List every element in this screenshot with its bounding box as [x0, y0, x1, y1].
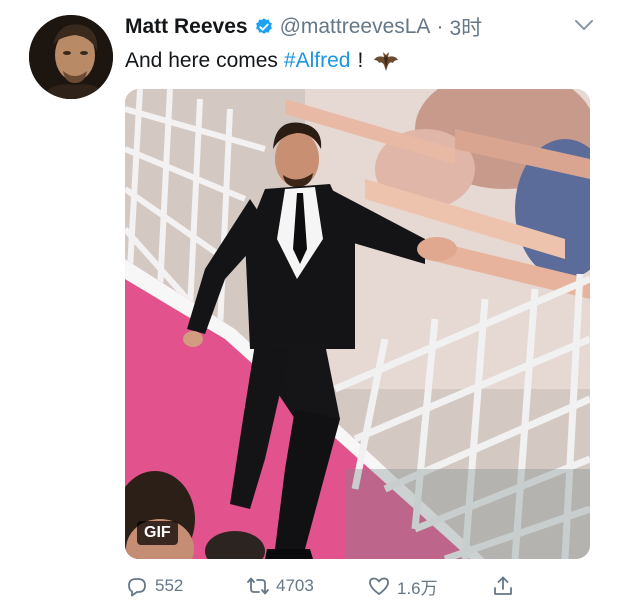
tweet-text-end: !: [357, 49, 364, 72]
tweet-text: And here comes #Alfred !: [125, 46, 399, 76]
like-count: 1.6万: [397, 578, 438, 598]
hashtag-link[interactable]: #Alfred: [284, 49, 351, 73]
reply-button[interactable]: 552: [125, 572, 183, 600]
tweet-media-gif[interactable]: GIF: [125, 89, 590, 559]
author-handle[interactable]: @mattreevesLA: [280, 15, 431, 39]
reply-icon: [128, 578, 146, 597]
retweet-icon: [247, 577, 269, 595]
verified-badge-icon: [254, 17, 274, 37]
reply-count: 552: [155, 576, 184, 595]
bat-emoji-icon: [373, 49, 399, 73]
tweet-actions: 552 4703 1.6万: [125, 572, 525, 600]
chevron-down-icon[interactable]: [573, 17, 595, 33]
share-button[interactable]: [491, 572, 515, 600]
retweet-count: 4703: [276, 576, 314, 595]
author-name[interactable]: Matt Reeves: [125, 15, 248, 39]
tweet-text-body: And here comes: [125, 49, 278, 72]
tweet[interactable]: Matt Reeves @mattreevesLA · 3时 And here …: [0, 0, 620, 608]
timestamp[interactable]: 3时: [449, 12, 482, 42]
gif-badge: GIF: [137, 521, 178, 545]
tweet-header: Matt Reeves @mattreevesLA · 3时: [125, 12, 482, 42]
like-icon: [369, 577, 389, 595]
like-button[interactable]: 1.6万: [367, 572, 438, 600]
retweet-button[interactable]: 4703: [246, 572, 314, 600]
separator-dot: ·: [436, 15, 444, 38]
avatar[interactable]: [29, 15, 113, 99]
share-icon: [494, 576, 512, 595]
